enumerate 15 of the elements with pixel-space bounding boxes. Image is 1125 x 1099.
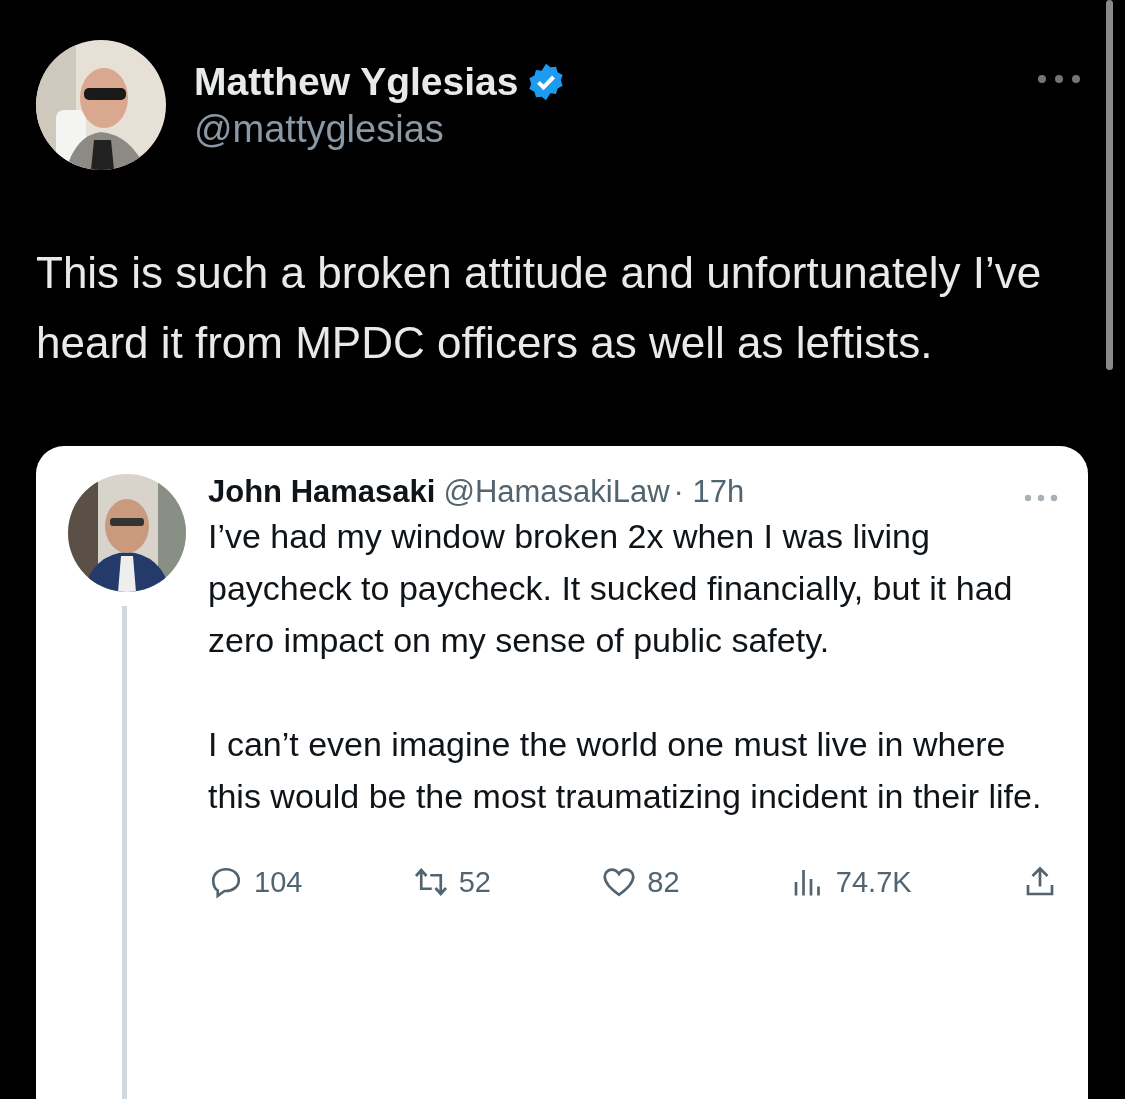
quoted-tweet-paragraph: I’ve had my window broken 2x when I was living paycheck to paycheck. It sucked financially, but it had zero impact on my sense of public safety. bbox=[208, 516, 1014, 661]
quoted-author-handle: @HamasakiLaw bbox=[443, 474, 670, 510]
quoted-tweet-paragraph: I can’t even imagine the world one must live in where this would be the most traumatizing incident in their life. bbox=[208, 724, 1043, 817]
quoted-author-name[interactable]: John Hamasaki bbox=[208, 474, 436, 510]
timestamp: · 17h bbox=[673, 474, 745, 510]
action-count: 104 bbox=[254, 865, 303, 899]
tweet-text: This is such a broken attitude and unfortunately I’ve heard it from MPDC officers as well as leftists. bbox=[36, 247, 1043, 369]
scrollbar[interactable] bbox=[1106, 0, 1113, 370]
action-count: 52 bbox=[458, 865, 491, 899]
author-handle: @mattyglesias bbox=[194, 107, 445, 151]
author-name[interactable]: Matthew Yglesias bbox=[194, 59, 519, 104]
action-count: 82 bbox=[647, 865, 680, 899]
quoted-tweet-card[interactable] bbox=[36, 446, 1088, 1099]
more-icon[interactable] bbox=[1037, 74, 1081, 84]
action-count: 74.7K bbox=[835, 865, 912, 899]
